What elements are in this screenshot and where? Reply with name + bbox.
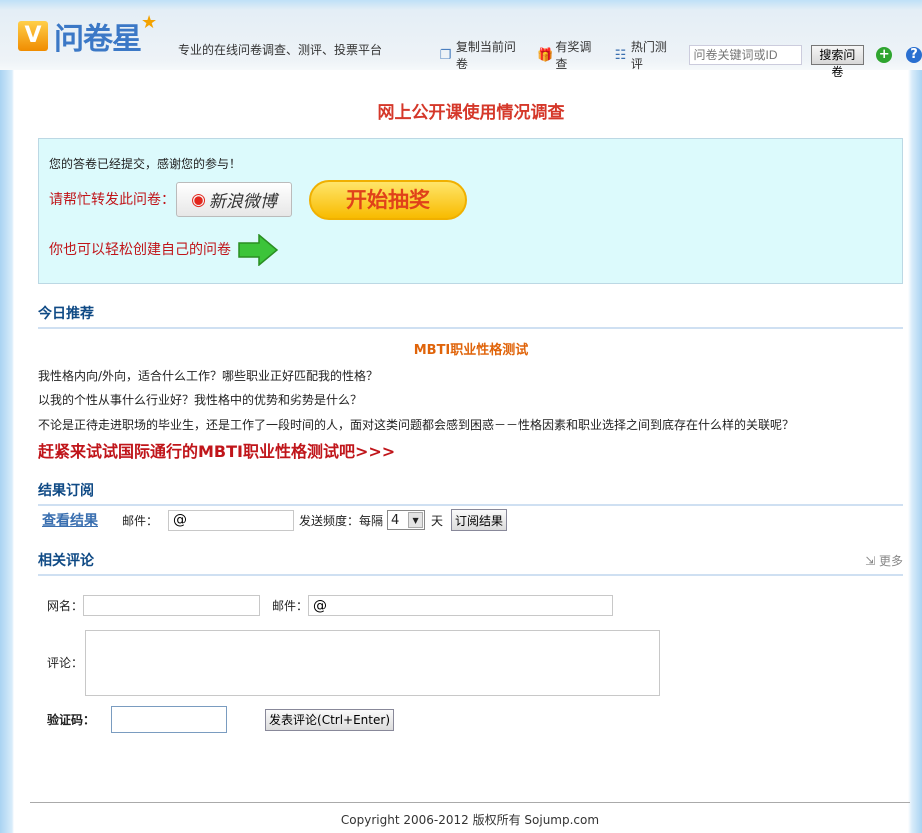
- copy-survey-link[interactable]: ❐ 复制当前问卷: [438, 38, 527, 72]
- prize-survey-link[interactable]: 🎁 有奖调查: [537, 38, 603, 72]
- page-title: 网上公开课使用情况调查: [377, 103, 565, 123]
- share-label: 请帮忙转发此问卷：: [49, 192, 175, 208]
- thanks-text: 您的答卷已经提交，感谢您的参与！: [49, 157, 242, 171]
- recommend-line: 以我的个性从事什么行业好？我性格中的优势和劣势是什么？: [38, 393, 363, 407]
- logo[interactable]: V 问卷星 ★: [18, 11, 158, 58]
- submit-comment-button[interactable]: 发表评论(Ctrl+Enter): [265, 708, 394, 731]
- list-icon: ☷: [614, 47, 627, 63]
- slogan: 专业的在线问卷调查、测评、投票平台: [178, 43, 383, 57]
- email-label: 邮件：: [122, 513, 159, 528]
- comment-email-label: 邮件：: [272, 599, 309, 613]
- mbti-cta-link[interactable]: 赶紧来试试国际通行的MBTI职业性格测试吧>>>: [38, 438, 395, 462]
- days-unit: 天: [431, 513, 444, 528]
- submitted-panel: 您的答卷已经提交，感谢您的参与！ 请帮忙转发此问卷： ◉ 新浪微博 开始抽奖 你也…: [38, 138, 903, 284]
- logo-check-icon: V: [18, 21, 48, 51]
- captcha-input[interactable]: [111, 706, 228, 733]
- frequency-label: 发送频度：每隔: [299, 513, 384, 528]
- logo-text: 问卷星: [54, 22, 142, 57]
- plus-circle-icon[interactable]: +: [876, 47, 893, 63]
- create-survey-link[interactable]: 你也可以轻松创建自己的问卷: [49, 239, 231, 259]
- comment-label: 评论：: [47, 656, 84, 670]
- chevron-down-icon: ▼: [408, 512, 424, 528]
- frequency-select[interactable]: 4 ▼: [387, 510, 426, 530]
- top-links: ❐复制当前问卷 🎁有奖调查 ☷热门测评 搜索问卷 + ?: [438, 38, 922, 79]
- question-circle-icon[interactable]: ?: [906, 47, 922, 63]
- star-icon: ★: [141, 11, 158, 33]
- more-link[interactable]: ⇲ 更多: [865, 552, 903, 569]
- recommend-line: 我性格内向/外向，适合什么工作？哪些职业正好匹配我的性格？: [38, 369, 379, 383]
- subscribe-heading: 结果订阅: [38, 480, 903, 506]
- captcha-label: 验证码：: [47, 713, 96, 727]
- recommend-title-link[interactable]: MBTI职业性格测试: [0, 339, 922, 358]
- comment-email-input[interactable]: [308, 595, 614, 616]
- view-results-link[interactable]: 查看结果: [42, 510, 98, 530]
- hot-tests-link[interactable]: ☷ 热门测评: [613, 38, 679, 72]
- external-icon: ⇲: [865, 554, 876, 568]
- header: V 问卷星 ★ 专业的在线问卷调查、测评、投票平台 ❐ 复制当前问卷 🎁 有奖调查 …: [0, 0, 922, 79]
- weibo-share-button[interactable]: ◉ 新浪微博: [176, 182, 292, 217]
- recommend-heading: 今日推荐: [38, 303, 903, 329]
- lottery-button[interactable]: 开始抽奖: [309, 180, 467, 220]
- nickname-label: 网名：: [47, 599, 84, 613]
- subscribe-button[interactable]: 订阅结果: [451, 509, 508, 531]
- search-button[interactable]: 搜索问卷: [810, 45, 865, 79]
- gift-icon: 🎁: [537, 47, 554, 63]
- weibo-icon: ◉: [191, 189, 206, 210]
- comments-heading: 相关评论 ⇲ 更多: [38, 550, 903, 576]
- search-input[interactable]: [688, 45, 802, 65]
- subscribe-email-input[interactable]: [168, 509, 295, 531]
- arrow-right-icon[interactable]: [237, 234, 279, 266]
- recommend-line: 不论是正待走进职场的毕业生，还是工作了一段时间的人，面对这类问题都会感到困惑－－…: [38, 418, 795, 432]
- footer: Copyright 2006-2012 版权所有 Sojump.com: [30, 802, 910, 828]
- copy-icon: ❐: [439, 47, 452, 63]
- nickname-input[interactable]: [83, 595, 261, 616]
- comment-textarea[interactable]: [85, 630, 661, 696]
